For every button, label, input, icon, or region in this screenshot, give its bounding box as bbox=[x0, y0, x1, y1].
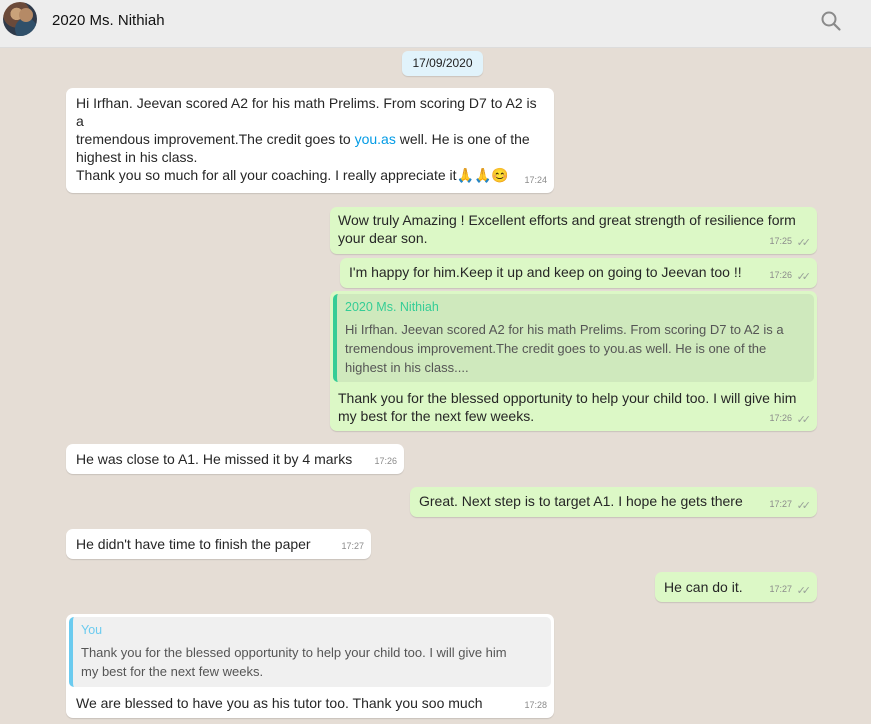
quoted-text: my best for the next few weeks. bbox=[81, 664, 264, 679]
message-incoming[interactable]: Hi Irfhan. Jeevan scored A2 for his math… bbox=[66, 88, 554, 193]
message-time: 17:28 bbox=[524, 700, 547, 710]
message-time: 17:27 bbox=[341, 541, 364, 551]
message-text: highest in his class. bbox=[76, 149, 198, 165]
message-time: 17:26 bbox=[374, 456, 397, 466]
contact-name[interactable]: 2020 Ms. Nithiah bbox=[52, 12, 165, 29]
message-time: 17:25 bbox=[769, 236, 792, 246]
message-time: 17:27 bbox=[769, 584, 792, 594]
chat-header: 2020 Ms. Nithiah bbox=[0, 0, 871, 48]
message-link[interactable]: you.as bbox=[355, 131, 396, 147]
message-text: We are blessed to have you as his tutor … bbox=[76, 695, 483, 711]
message-incoming[interactable]: You Thank you for the blessed opportunit… bbox=[66, 614, 554, 718]
message-outgoing[interactable]: He can do it. 17:27 ✓✓ bbox=[655, 572, 817, 602]
double-check-icon: ✓✓ bbox=[796, 414, 812, 426]
message-outgoing[interactable]: I'm happy for him.Keep it up and keep on… bbox=[340, 258, 817, 288]
message-text: Great. Next step is to target A1. I hope… bbox=[419, 493, 743, 509]
quoted-message[interactable]: 2020 Ms. Nithiah Hi Irfhan. Jeevan score… bbox=[333, 294, 814, 382]
quoted-text: highest in his class.... bbox=[345, 360, 469, 375]
message-outgoing[interactable]: Great. Next step is to target A1. I hope… bbox=[410, 487, 817, 517]
message-time: 17:26 bbox=[769, 270, 792, 280]
quoted-text: Thank you for the blessed opportunity to… bbox=[81, 645, 507, 660]
message-text: I'm happy for him.Keep it up and keep on… bbox=[349, 264, 742, 280]
message-text: Wow truly Amazing ! Excellent efforts an… bbox=[338, 212, 796, 228]
message-text: my best for the next few weeks. bbox=[338, 408, 535, 424]
quoted-author: 2020 Ms. Nithiah bbox=[345, 300, 439, 314]
message-text: your dear son. bbox=[338, 230, 428, 246]
quoted-text: tremendous improvement.The credit goes t… bbox=[345, 341, 767, 356]
message-time: 17:26 bbox=[769, 413, 792, 423]
double-check-icon: ✓✓ bbox=[796, 585, 812, 597]
double-check-icon: ✓✓ bbox=[796, 500, 812, 512]
double-check-icon: ✓✓ bbox=[796, 237, 812, 249]
search-icon[interactable] bbox=[820, 10, 842, 32]
message-time: 17:24 bbox=[524, 175, 547, 185]
message-text: tremendous improvement.The credit goes t… bbox=[76, 131, 530, 147]
emoji: 🙏🙏😊 bbox=[456, 167, 509, 183]
message-text: He didn't have time to finish the paper bbox=[76, 536, 311, 552]
message-outgoing[interactable]: Wow truly Amazing ! Excellent efforts an… bbox=[330, 207, 817, 254]
contact-avatar[interactable] bbox=[3, 2, 37, 36]
message-incoming[interactable]: He didn't have time to finish the paper … bbox=[66, 529, 371, 559]
quoted-text: Hi Irfhan. Jeevan scored A2 for his math… bbox=[345, 322, 784, 337]
message-text: Thank you for the blessed opportunity to… bbox=[338, 390, 797, 406]
double-check-icon: ✓✓ bbox=[796, 271, 812, 283]
message-time: 17:27 bbox=[769, 499, 792, 509]
quoted-author: You bbox=[81, 623, 103, 637]
message-text: He can do it. bbox=[664, 579, 743, 595]
message-text: He was close to A1. He missed it by 4 ma… bbox=[76, 451, 353, 467]
message-text: Hi Irfhan. Jeevan scored A2 for his math… bbox=[76, 95, 537, 129]
message-outgoing[interactable]: 2020 Ms. Nithiah Hi Irfhan. Jeevan score… bbox=[330, 291, 817, 431]
quoted-message[interactable]: You Thank you for the blessed opportunit… bbox=[69, 617, 551, 687]
date-chip: 17/09/2020 bbox=[402, 51, 483, 76]
message-incoming[interactable]: He was close to A1. He missed it by 4 ma… bbox=[66, 444, 404, 474]
message-text: Thank you so much for all your coaching.… bbox=[76, 167, 509, 183]
